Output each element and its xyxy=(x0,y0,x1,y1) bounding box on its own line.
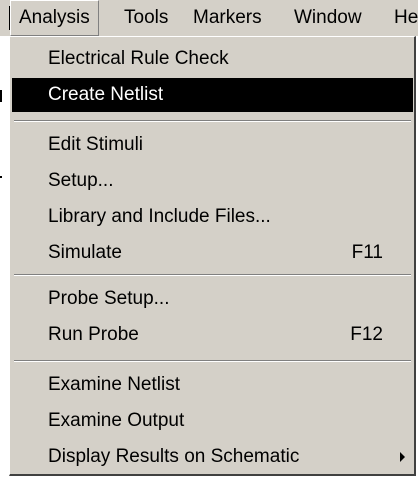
menu-analysis[interactable]: Analysis xyxy=(10,0,99,36)
menu-item-label: Probe Setup... xyxy=(48,288,170,309)
menu-item-shortcut: F12 xyxy=(350,324,383,345)
menu-item-label: Examine Output xyxy=(48,410,185,431)
menu-item-label: Examine Netlist xyxy=(48,374,180,395)
menu-item-edit-stimuli[interactable]: Edit Stimuli xyxy=(12,128,413,162)
analysis-dropdown-menu: Electrical Rule Check Create Netlist Edi… xyxy=(9,36,416,476)
menu-tools[interactable]: Tools xyxy=(116,0,176,36)
menu-item-probe-setup[interactable]: Probe Setup... xyxy=(12,282,413,316)
menu-item-examine-output[interactable]: Examine Output xyxy=(12,404,413,438)
menu-item-label: Simulate xyxy=(48,242,122,263)
background-edge-mark xyxy=(0,176,2,178)
menu-window[interactable]: Window xyxy=(286,0,370,36)
menu-separator xyxy=(14,360,411,362)
menu-item-simulate[interactable]: Simulate F11 xyxy=(12,236,413,270)
menu-item-create-netlist[interactable]: Create Netlist xyxy=(12,78,413,112)
menu-item-label: Setup... xyxy=(48,170,114,191)
menu-bar: Analysis Tools Markers Window He xyxy=(0,0,418,36)
menu-item-label: Library and Include Files... xyxy=(48,206,271,227)
menu-help[interactable]: He xyxy=(386,0,418,36)
menu-item-setup[interactable]: Setup... xyxy=(12,164,413,198)
menu-item-label: Create Netlist xyxy=(48,84,164,105)
menu-item-label: Display Results on Schematic xyxy=(48,446,300,467)
menu-item-label: Electrical Rule Check xyxy=(48,48,229,69)
menu-item-electrical-rule-check[interactable]: Electrical Rule Check xyxy=(12,42,413,76)
menu-markers[interactable]: Markers xyxy=(185,0,270,36)
menu-item-run-probe[interactable]: Run Probe F12 xyxy=(12,318,413,352)
background-edge-mark xyxy=(0,90,2,102)
menu-item-examine-netlist[interactable]: Examine Netlist xyxy=(12,368,413,402)
menu-item-label: Edit Stimuli xyxy=(48,134,144,155)
menu-item-shortcut: F11 xyxy=(351,242,383,263)
chevron-right-icon xyxy=(400,452,405,462)
menu-item-display-results-on-schematic[interactable]: Display Results on Schematic xyxy=(12,440,413,474)
menu-separator xyxy=(14,120,411,122)
menu-item-label: Run Probe xyxy=(48,324,139,345)
menu-separator xyxy=(14,274,411,276)
menu-item-library-include-files[interactable]: Library and Include Files... xyxy=(12,200,413,234)
